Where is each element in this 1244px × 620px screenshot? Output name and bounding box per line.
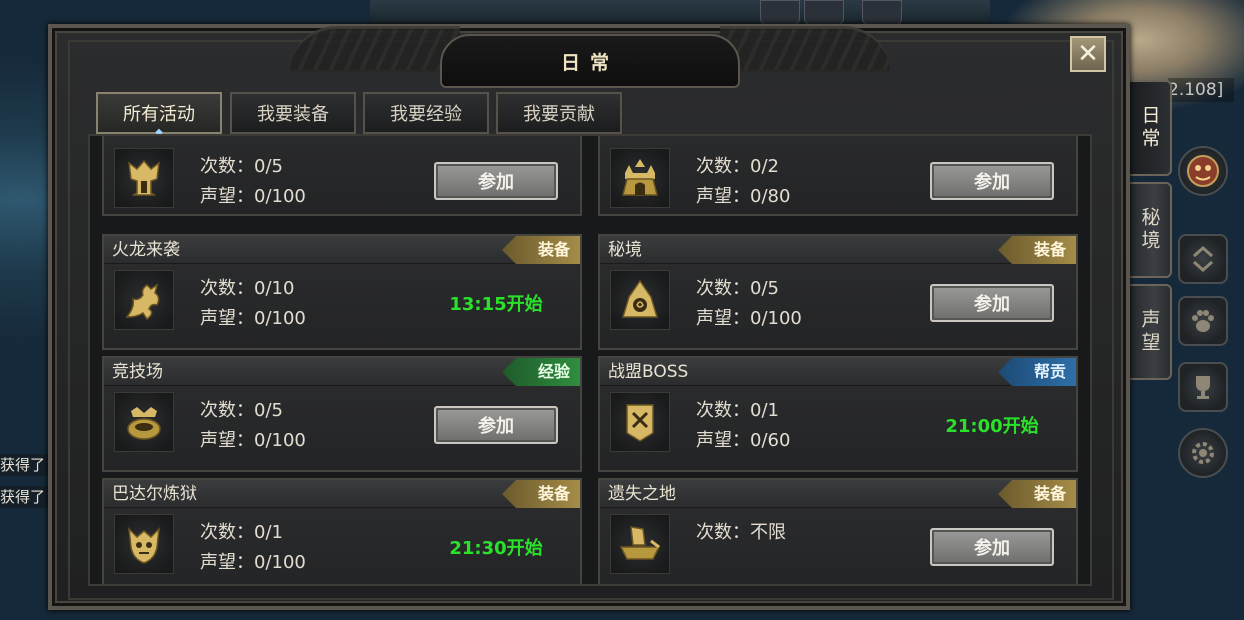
chat-line: 获得了 bbox=[0, 486, 48, 508]
tab-contribution[interactable]: 我要贡献 bbox=[496, 92, 622, 134]
trophy-icon[interactable] bbox=[1178, 362, 1228, 412]
ship-icon bbox=[610, 514, 670, 574]
close-button[interactable]: ✕ bbox=[1070, 36, 1106, 72]
activity-card: 秘境 装备 次数：0/5 声望：0/100 参加 bbox=[598, 234, 1078, 350]
portal-icon bbox=[610, 270, 670, 330]
swap-arrows-icon[interactable] bbox=[1178, 234, 1228, 284]
activity-name: 秘境 bbox=[608, 240, 642, 260]
banner-icon bbox=[610, 392, 670, 452]
activity-card: 次数：0/2 声望：0/80 参加 bbox=[598, 136, 1078, 216]
hud-button bbox=[760, 0, 800, 26]
side-tab-daily[interactable]: 日常 bbox=[1130, 80, 1172, 176]
citadel-icon bbox=[114, 148, 174, 208]
activity-count: 次数：0/10 bbox=[200, 278, 295, 299]
activity-reputation: 声望：0/80 bbox=[696, 186, 791, 207]
activity-count: 次数：不限 bbox=[696, 522, 786, 543]
activity-tag: 经验 bbox=[502, 358, 580, 386]
activity-count: 次数：0/1 bbox=[696, 400, 779, 421]
boss-face-icon[interactable] bbox=[1178, 146, 1228, 196]
activity-card: 竞技场 经验 次数：0/5 声望：0/100 参加 bbox=[102, 356, 582, 472]
activity-count: 次数：0/2 bbox=[696, 156, 779, 177]
join-button[interactable]: 参加 bbox=[930, 528, 1054, 566]
activity-reputation: 声望：0/100 bbox=[200, 552, 306, 573]
activity-card: 巴达尔炼狱 装备 次数：0/1 声望：0/100 21:30开始 bbox=[102, 478, 582, 584]
map-coordinates: 2.108] bbox=[1168, 78, 1234, 102]
tab-label: 我要贡献 bbox=[523, 104, 595, 125]
title-wing-right bbox=[720, 26, 890, 72]
activity-count: 次数：0/5 bbox=[200, 156, 283, 177]
activity-name: 战盟BOSS bbox=[608, 362, 689, 382]
activity-start-time: 21:00开始 bbox=[945, 416, 1039, 437]
tab-all-activities[interactable]: 所有活动 ◆ bbox=[96, 92, 222, 138]
castle-icon bbox=[610, 148, 670, 208]
window-title-plate: 日常 bbox=[440, 34, 740, 88]
activity-reputation: 声望：0/100 bbox=[200, 430, 306, 451]
join-button[interactable]: 参加 bbox=[930, 284, 1054, 322]
activity-reputation: 声望：0/60 bbox=[696, 430, 791, 451]
activity-reputation: 声望：0/100 bbox=[200, 308, 306, 329]
activity-count: 次数：0/5 bbox=[696, 278, 779, 299]
window-title: 日常 bbox=[560, 51, 619, 74]
activity-tag: 帮贡 bbox=[998, 358, 1076, 386]
activity-name: 遗失之地 bbox=[608, 484, 676, 504]
activity-card: 火龙来袭 装备 次数：0/10 声望：0/100 13:15开始 bbox=[102, 234, 582, 350]
tab-label: 我要装备 bbox=[257, 104, 329, 125]
activity-name: 竞技场 bbox=[112, 362, 163, 382]
side-tab-secret-realm[interactable]: 秘境 bbox=[1130, 182, 1172, 278]
join-button[interactable]: 参加 bbox=[930, 162, 1054, 200]
chat-line: 获得了 bbox=[0, 454, 48, 476]
hud-button bbox=[804, 0, 844, 26]
activity-count: 次数：0/5 bbox=[200, 400, 283, 421]
activity-tag: 装备 bbox=[998, 480, 1076, 508]
activity-name: 巴达尔炼狱 bbox=[112, 484, 197, 504]
activity-reputation: 声望：0/100 bbox=[200, 186, 306, 207]
hud-button bbox=[862, 0, 902, 26]
arena-icon bbox=[114, 392, 174, 452]
activity-card: 遗失之地 装备 次数：不限 参加 bbox=[598, 478, 1078, 584]
tab-experience[interactable]: 我要经验 bbox=[363, 92, 489, 134]
activity-tag: 装备 bbox=[502, 236, 580, 264]
join-button[interactable]: 参加 bbox=[434, 406, 558, 444]
close-icon: ✕ bbox=[1077, 39, 1099, 69]
activity-list[interactable]: 次数：0/5 声望：0/100 参加 次数：0/2 声望：0/80 参加 火龙来… bbox=[88, 134, 1092, 586]
activity-card: 战盟BOSS 帮贡 次数：0/1 声望：0/60 21:00开始 bbox=[598, 356, 1078, 472]
demon-icon bbox=[114, 514, 174, 574]
title-wing-left bbox=[290, 26, 460, 72]
paw-icon[interactable] bbox=[1178, 296, 1228, 346]
tab-label: 我要经验 bbox=[390, 104, 462, 125]
side-tab-reputation[interactable]: 声望 bbox=[1130, 284, 1172, 380]
join-button[interactable]: 参加 bbox=[434, 162, 558, 200]
activity-start-time: 13:15开始 bbox=[449, 294, 543, 315]
activity-card: 次数：0/5 声望：0/100 参加 bbox=[102, 136, 582, 216]
activity-start-time: 21:30开始 bbox=[449, 538, 543, 559]
activity-name: 火龙来袭 bbox=[112, 240, 180, 260]
gear-icon[interactable] bbox=[1178, 428, 1228, 478]
activity-tag: 装备 bbox=[998, 236, 1076, 264]
activity-count: 次数：0/1 bbox=[200, 522, 283, 543]
tab-equipment[interactable]: 我要装备 bbox=[230, 92, 356, 134]
activity-reputation: 声望：0/100 bbox=[696, 308, 802, 329]
dragon-icon bbox=[114, 270, 174, 330]
tab-label: 所有活动 bbox=[123, 104, 195, 125]
activity-tag: 装备 bbox=[502, 480, 580, 508]
